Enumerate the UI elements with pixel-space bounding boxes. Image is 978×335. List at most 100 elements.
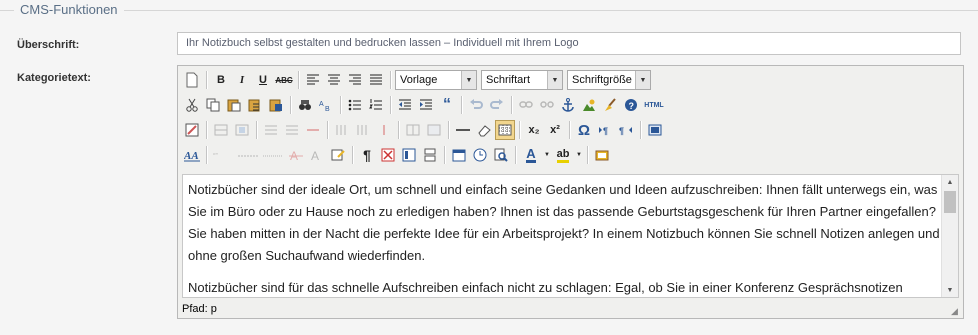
scroll-up-icon[interactable]: ▲ bbox=[942, 175, 958, 189]
rtl-button[interactable]: ¶ bbox=[616, 120, 636, 140]
insert-col-after-button[interactable] bbox=[353, 120, 373, 140]
find-button[interactable] bbox=[295, 95, 315, 115]
paste-word-button[interactable] bbox=[266, 95, 286, 115]
special-char-button[interactable]: Ω bbox=[574, 120, 594, 140]
scrollbar-thumb[interactable] bbox=[944, 191, 956, 213]
cite-button[interactable]: “” bbox=[211, 145, 235, 165]
paste-button[interactable] bbox=[224, 95, 244, 115]
row-props-button[interactable] bbox=[211, 120, 231, 140]
insert-col-before-button[interactable] bbox=[332, 120, 352, 140]
redo-button[interactable] bbox=[487, 95, 507, 115]
acronym-button[interactable] bbox=[261, 145, 285, 165]
undo-icon bbox=[470, 99, 483, 109]
cut-button[interactable] bbox=[182, 95, 202, 115]
insert-text-button[interactable]: A bbox=[307, 145, 327, 165]
font-family-select[interactable]: Schriftart ▼ bbox=[481, 70, 563, 90]
align-right-icon bbox=[349, 74, 361, 85]
chevron-down-icon: ▼ bbox=[547, 71, 562, 89]
outdent-button[interactable] bbox=[395, 95, 415, 115]
toolbar-separator bbox=[569, 121, 571, 139]
image-button[interactable] bbox=[579, 95, 599, 115]
replace-button[interactable]: AB bbox=[316, 95, 336, 115]
fullscreen-button[interactable] bbox=[645, 120, 665, 140]
editor-content-area[interactable]: Notizbücher sind der ideale Ort, um schn… bbox=[182, 174, 959, 298]
toolbar-separator bbox=[448, 121, 450, 139]
insert-image-manager-button[interactable] bbox=[592, 145, 612, 165]
nonbreaking-button[interactable] bbox=[378, 145, 398, 165]
toolbar-separator bbox=[519, 121, 521, 139]
visual-aid-button[interactable] bbox=[495, 120, 515, 140]
unlink-button[interactable] bbox=[537, 95, 557, 115]
html-source-button[interactable]: HTML bbox=[642, 95, 666, 115]
toolbar-separator bbox=[587, 146, 589, 164]
underline-button[interactable]: U bbox=[253, 70, 273, 90]
template-icon bbox=[402, 148, 416, 162]
background-color-button[interactable]: ab bbox=[552, 145, 574, 165]
bold-button[interactable]: B bbox=[211, 70, 231, 90]
edit-table-button[interactable] bbox=[182, 120, 202, 140]
align-justify-icon bbox=[370, 74, 382, 85]
template-button[interactable] bbox=[399, 145, 419, 165]
insert-date-button[interactable] bbox=[449, 145, 469, 165]
blockquote-button[interactable]: “ bbox=[437, 95, 457, 115]
align-right-button[interactable] bbox=[345, 70, 365, 90]
delete-col-button[interactable] bbox=[374, 120, 394, 140]
strikethrough-button[interactable]: ABC bbox=[274, 70, 294, 90]
indent-button[interactable] bbox=[416, 95, 436, 115]
background-color-dropdown[interactable]: ▼ bbox=[575, 145, 583, 165]
styles-button[interactable]: AA bbox=[182, 145, 202, 165]
preview-button[interactable] bbox=[491, 145, 511, 165]
subscript-button[interactable]: x₂ bbox=[524, 120, 544, 140]
insert-row-after-button[interactable] bbox=[282, 120, 302, 140]
insert-time-button[interactable] bbox=[470, 145, 490, 165]
indent-icon bbox=[420, 99, 432, 110]
merge-cells-button[interactable] bbox=[424, 120, 444, 140]
outdent-icon bbox=[399, 99, 411, 110]
link-button[interactable] bbox=[516, 95, 536, 115]
svg-text:?: ? bbox=[629, 101, 635, 111]
font-color-button[interactable]: A bbox=[520, 145, 542, 165]
remove-format-button[interactable] bbox=[474, 120, 494, 140]
help-button[interactable]: ? bbox=[621, 95, 641, 115]
horizontal-rule-button[interactable] bbox=[453, 120, 473, 140]
superscript-button[interactable]: x² bbox=[545, 120, 565, 140]
svg-text:¶: ¶ bbox=[619, 126, 624, 136]
font-color-dropdown[interactable]: ▼ bbox=[543, 145, 551, 165]
toolbar-separator bbox=[515, 146, 517, 164]
insert-row-before-button[interactable] bbox=[261, 120, 281, 140]
heading-input[interactable]: Ihr Notizbuch selbst gestalten und bedru… bbox=[177, 32, 961, 55]
font-size-select[interactable]: Schriftgröße ▼ bbox=[567, 70, 651, 90]
ordered-list-button[interactable] bbox=[366, 95, 386, 115]
unordered-list-button[interactable] bbox=[345, 95, 365, 115]
vertical-scrollbar[interactable]: ▲ ▼ bbox=[941, 175, 958, 297]
delete-row-button[interactable] bbox=[303, 120, 323, 140]
delete-text-button[interactable]: A bbox=[286, 145, 306, 165]
align-left-button[interactable] bbox=[303, 70, 323, 90]
image-manager-icon bbox=[595, 150, 609, 161]
undo-button[interactable] bbox=[466, 95, 486, 115]
split-cells-button[interactable] bbox=[403, 120, 423, 140]
page-break-icon bbox=[424, 148, 436, 162]
insert-column-icon bbox=[357, 125, 367, 135]
page-break-button[interactable] bbox=[420, 145, 440, 165]
cell-props-button[interactable] bbox=[232, 120, 252, 140]
editor-statusbar: Pfad: p bbox=[182, 300, 959, 317]
italic-button[interactable]: I bbox=[232, 70, 252, 90]
scroll-down-icon[interactable]: ▼ bbox=[942, 283, 958, 297]
align-center-button[interactable] bbox=[324, 70, 344, 90]
show-blocks-button[interactable]: ¶ bbox=[357, 145, 377, 165]
align-justify-button[interactable] bbox=[366, 70, 386, 90]
resize-handle-icon[interactable]: ◢ bbox=[951, 306, 961, 316]
ltr-button[interactable]: ¶ bbox=[595, 120, 615, 140]
abbr-button[interactable] bbox=[236, 145, 260, 165]
new-document-button[interactable] bbox=[182, 70, 202, 90]
attributes-button[interactable] bbox=[328, 145, 348, 165]
unlink-icon bbox=[540, 101, 554, 108]
chevron-down-icon: ▼ bbox=[461, 71, 476, 89]
paste-text-button[interactable] bbox=[245, 95, 265, 115]
format-select[interactable]: Vorlage ▼ bbox=[395, 70, 477, 90]
anchor-button[interactable] bbox=[558, 95, 578, 115]
cleanup-button[interactable] bbox=[600, 95, 620, 115]
clock-icon bbox=[473, 148, 487, 162]
copy-button[interactable] bbox=[203, 95, 223, 115]
